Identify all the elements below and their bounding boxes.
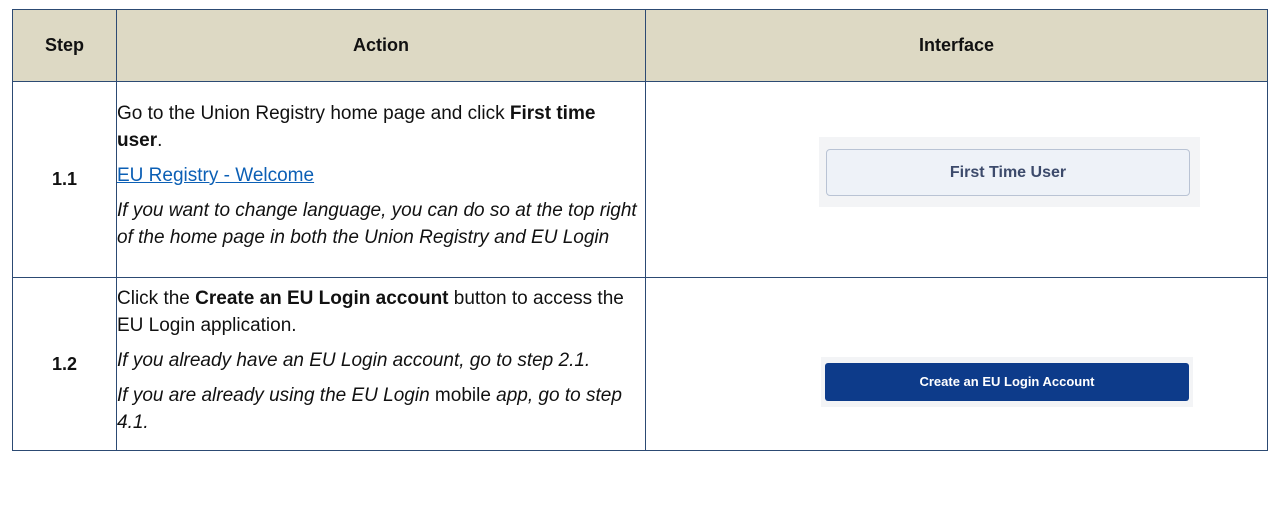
table-header-row: Step Action Interface — [12, 9, 1268, 82]
header-step: Step — [12, 9, 117, 82]
create-account-screenshot: Create an EU Login Account — [821, 357, 1193, 407]
table-row: 1.1 Go to the Union Registry home page a… — [12, 81, 1268, 278]
table-row: 1.2 Click the Create an EU Login account… — [12, 277, 1268, 451]
header-action: Action — [116, 9, 646, 82]
first-time-user-button[interactable]: First Time User — [826, 149, 1190, 196]
header-interface: Interface — [645, 9, 1268, 82]
step-number: 1.1 — [12, 81, 117, 278]
action-note: If you already have an EU Login account,… — [117, 349, 591, 371]
action-instruction: Click the Create an EU Login account but… — [117, 285, 645, 339]
interface-cell: First Time User — [645, 81, 1268, 278]
action-note-mixed: If you are already using the EU Login mo… — [117, 382, 645, 436]
create-eu-login-account-button[interactable]: Create an EU Login Account — [825, 363, 1189, 401]
action-note: If you want to change language, you can … — [117, 200, 637, 248]
steps-table: Step Action Interface 1.1 Go to the Unio… — [12, 9, 1268, 451]
step-number: 1.2 — [12, 277, 117, 451]
eu-registry-welcome-link[interactable]: EU Registry - Welcome — [117, 165, 314, 186]
interface-cell: Create an EU Login Account — [645, 277, 1268, 451]
instruction-bold: Create an EU Login account — [195, 287, 449, 309]
instruction-text: Go to the Union Registry home page and c… — [117, 103, 510, 124]
action-instruction: Go to the Union Registry home page and c… — [117, 100, 645, 154]
note-plain: mobile — [429, 384, 497, 406]
note-italic: If you are already using the EU Login — [117, 384, 430, 406]
action-link-line: EU Registry - Welcome — [117, 162, 645, 189]
instruction-suffix: . — [157, 130, 163, 151]
action-cell: Click the Create an EU Login account but… — [116, 277, 646, 451]
instruction-text: Click the — [117, 287, 196, 309]
action-cell: Go to the Union Registry home page and c… — [116, 81, 646, 278]
first-time-user-screenshot: First Time User — [819, 137, 1200, 207]
document-page: Step Action Interface 1.1 Go to the Unio… — [0, 0, 1280, 520]
